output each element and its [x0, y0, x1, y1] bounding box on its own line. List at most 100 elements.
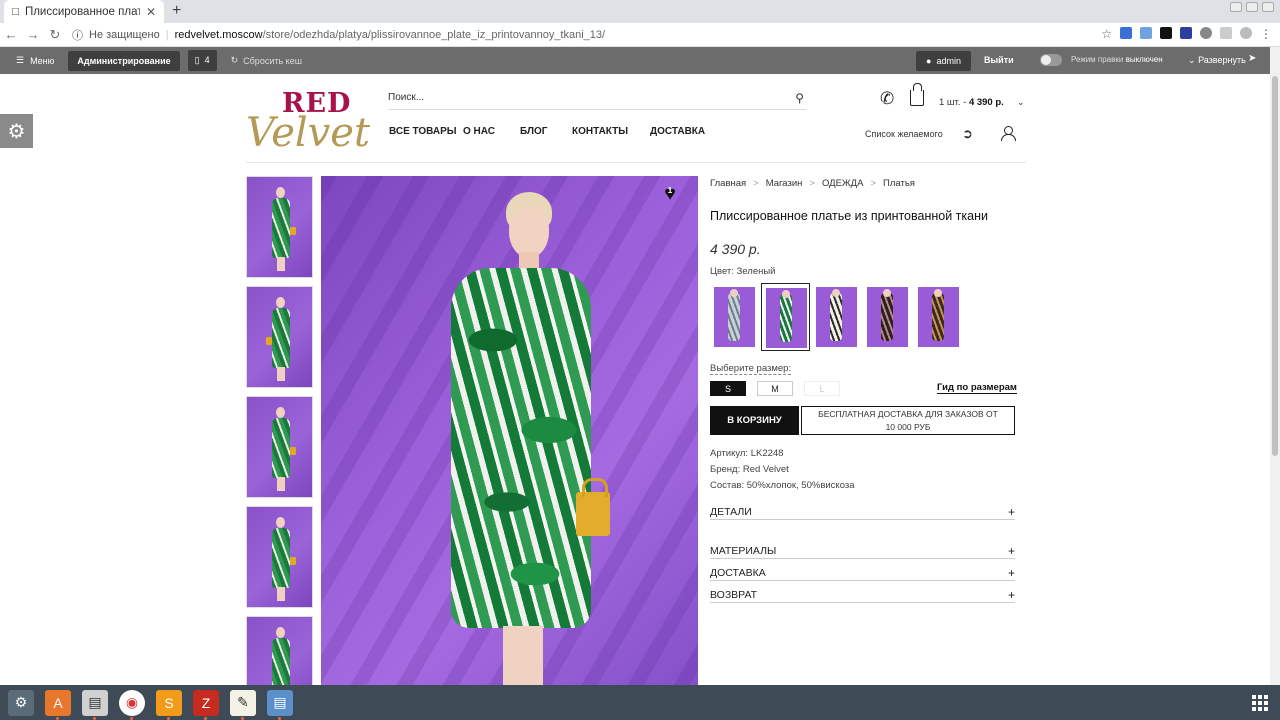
app-grid-icon[interactable]	[1252, 695, 1268, 711]
gallery-thumbnail[interactable]	[246, 396, 313, 498]
extension-globe-icon[interactable]	[1200, 27, 1212, 39]
admin-menu-button[interactable]: ☰ Меню	[16, 55, 54, 66]
accordion-details[interactable]: ДЕТАЛИ +	[710, 505, 1015, 520]
image-viewer-icon[interactable]: ▤	[267, 689, 293, 720]
notifications-button[interactable]: ▯ 4	[187, 50, 217, 71]
gallery-thumbnail[interactable]	[246, 286, 313, 388]
wishlist-link[interactable]: Список желаемого	[865, 129, 943, 139]
edit-mode-toggle[interactable]	[1040, 54, 1062, 66]
accordion-details-label: ДЕТАЛИ	[710, 506, 752, 518]
nav-contacts[interactable]: КОНТАКТЫ	[572, 126, 650, 137]
nav-about[interactable]: О НАС	[463, 126, 520, 137]
sign-in-icon[interactable]: ➲	[962, 126, 973, 142]
chrome-browser-icon[interactable]: ◉	[119, 689, 145, 720]
cart-summary[interactable]: 1 шт. - 4 390 р.	[939, 97, 1004, 108]
size-s-button[interactable]: S	[710, 381, 746, 396]
nav-delivery[interactable]: ДОСТАВКА	[650, 126, 705, 137]
breadcrumb-home[interactable]: Главная	[710, 178, 746, 189]
size-l-button[interactable]: L	[804, 381, 840, 396]
settings-gear-icon[interactable]: ⚙	[0, 114, 33, 148]
scrollbar-thumb[interactable]	[1272, 76, 1278, 456]
maximize-icon[interactable]	[1246, 2, 1258, 12]
accordion-delivery[interactable]: ДОСТАВКА +	[710, 566, 1015, 581]
gallery-thumbnail[interactable]	[246, 506, 313, 608]
software-center-icon[interactable]: A	[45, 689, 71, 720]
color-swatch-dark[interactable]	[863, 283, 912, 351]
gallery-thumbnail[interactable]	[246, 176, 313, 278]
extension-text-icon[interactable]	[1180, 27, 1192, 39]
main-product-image[interactable]	[321, 176, 698, 685]
cart-chevron-icon[interactable]: ⌄	[1017, 97, 1025, 108]
reset-cache-button[interactable]: ↻ Сбросить кеш	[231, 55, 302, 66]
product-composition: Состав: 50%хлопок, 50%вискоза	[710, 480, 855, 491]
account-icon[interactable]	[1001, 126, 1016, 141]
extension-01-icon[interactable]	[1160, 27, 1172, 39]
edit-mode-text: Режим правки	[1071, 55, 1124, 64]
hamburger-icon: ☰	[16, 55, 25, 65]
edit-mode-label: Режим правки выключен	[1071, 55, 1163, 64]
extension-sheet-icon[interactable]	[1140, 27, 1152, 39]
breadcrumb-shop[interactable]: Магазин	[766, 178, 803, 189]
size-guide-link[interactable]: Гид по размерам	[937, 382, 1017, 394]
close-tab-icon[interactable]: ✕	[146, 5, 156, 19]
close-window-icon[interactable]	[1262, 2, 1274, 12]
accordion-returns[interactable]: ВОЗВРАТ +	[710, 588, 1015, 603]
url-path: /store/odezhda/platya/plissirovannoe_pla…	[262, 28, 606, 41]
filezilla-icon[interactable]: Z	[193, 689, 219, 720]
model-figure	[451, 192, 610, 685]
admin-user-button[interactable]: ● admin	[916, 51, 971, 71]
extension-flag-icon[interactable]	[1120, 27, 1132, 39]
info-icon[interactable]: ⓘ	[72, 27, 83, 43]
file-manager-icon[interactable]: ▤	[82, 689, 108, 720]
size-m-button[interactable]: M	[757, 381, 793, 396]
browser-tab[interactable]: □ Плиссированное платье ✕	[4, 0, 164, 23]
color-label: Цвет: Зеленый	[710, 266, 776, 277]
product-brand: Бренд: Red Velvet	[710, 464, 789, 475]
accordion-materials[interactable]: МАТЕРИАЛЫ +	[710, 544, 1015, 559]
bookmark-star-icon[interactable]: ☆	[1101, 27, 1112, 41]
add-to-cart-button[interactable]: В КОРЗИНУ	[710, 406, 799, 435]
edit-mode-state: выключен	[1125, 55, 1163, 64]
expand-button[interactable]: ⌄ Развернуть	[1188, 55, 1246, 66]
reload-icon[interactable]: ↻	[44, 27, 66, 43]
gallery-thumbnails	[246, 176, 313, 720]
size-options: S M L	[710, 381, 840, 396]
administration-button[interactable]: Администрирование	[68, 50, 180, 71]
browser-menu-icon[interactable]: ⋮	[1260, 27, 1272, 41]
profile-icon[interactable]	[1240, 27, 1252, 39]
shopping-bag-icon[interactable]	[910, 83, 924, 106]
color-swatches	[710, 283, 965, 351]
search-icon[interactable]: ⚲	[795, 91, 804, 105]
logout-button[interactable]: Выйти	[984, 55, 1014, 65]
nav-blog[interactable]: БЛОГ	[520, 126, 572, 137]
phone-icon[interactable]: ✆	[880, 89, 894, 109]
nav-all-products[interactable]: ВСЕ ТОВАРЫ	[389, 126, 463, 137]
color-swatch-white[interactable]	[812, 283, 861, 351]
extension-stripe-icon[interactable]	[1220, 27, 1232, 39]
pin-icon[interactable]: ➤	[1248, 53, 1256, 64]
new-tab-icon[interactable]: +	[172, 2, 181, 20]
url-separator: |	[165, 28, 169, 41]
back-icon[interactable]: ←	[0, 27, 22, 42]
text-editor-icon[interactable]: ✎	[230, 689, 256, 720]
header-divider	[246, 162, 1026, 163]
product-sku: Артикул: LK2248	[710, 448, 784, 459]
minimize-icon[interactable]	[1230, 2, 1242, 12]
color-swatch-brown[interactable]	[914, 283, 963, 351]
forward-icon[interactable]: →	[22, 27, 44, 42]
settings-app-icon[interactable]: ⚙	[8, 689, 34, 716]
breadcrumb-dresses[interactable]: Платья	[883, 178, 915, 189]
expand-label: Развернуть	[1198, 55, 1246, 65]
user-icon: ●	[926, 56, 932, 66]
url-field[interactable]: ⓘ Не защищено | redvelvet.moscow/store/o…	[72, 27, 605, 43]
cart-total: 4 390 р.	[968, 97, 1004, 108]
product-price: 4 390 р.	[710, 241, 761, 257]
site-logo[interactable]: RED Velvet	[246, 88, 370, 156]
color-swatch-green[interactable]	[761, 283, 810, 351]
color-swatch-grey[interactable]	[710, 283, 759, 351]
accordion-delivery-label: ДОСТАВКА	[710, 567, 766, 579]
breadcrumb-clothing[interactable]: ОДЕЖДА	[822, 178, 864, 189]
search-input[interactable]	[388, 92, 768, 103]
sublime-text-icon[interactable]: S	[156, 689, 182, 720]
page-icon: □	[12, 5, 19, 18]
